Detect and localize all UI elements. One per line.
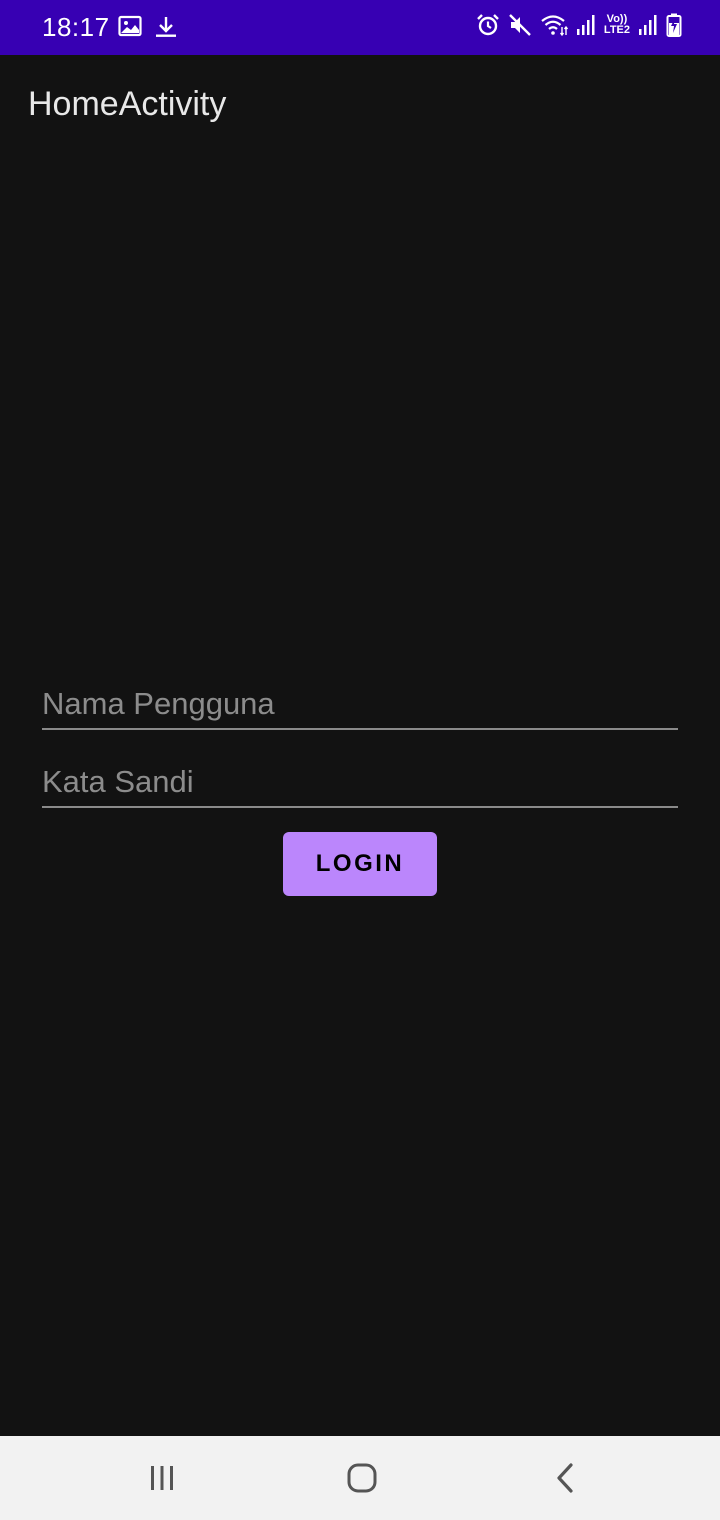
page-title: HomeActivity [28, 85, 227, 123]
username-input[interactable] [42, 680, 678, 728]
volte-line2: LTE2 [603, 24, 630, 36]
recents-button[interactable] [142, 1458, 182, 1498]
home-icon [347, 1463, 377, 1493]
status-left-icons [118, 15, 178, 39]
volte-icon: Vo)) LTE2 [604, 14, 630, 36]
status-time: 18:17 [42, 12, 110, 42]
home-button[interactable] [342, 1458, 382, 1498]
image-icon [118, 15, 142, 39]
password-field[interactable] [42, 758, 678, 808]
username-field[interactable] [42, 680, 678, 730]
battery-charging-icon [666, 13, 682, 37]
download-icon [154, 15, 178, 39]
status-bar: 18:17 Vo)) LTE2 [0, 0, 720, 55]
wifi-icon [540, 13, 568, 37]
password-input[interactable] [42, 758, 678, 806]
navigation-bar [0, 1436, 720, 1520]
alarm-icon [476, 13, 500, 37]
status-right-icons: Vo)) LTE2 [476, 13, 682, 37]
signal-icon [576, 14, 596, 36]
login-button[interactable]: LOGIN [283, 832, 437, 896]
back-icon [557, 1463, 573, 1493]
signal-icon [638, 14, 658, 36]
mute-icon [508, 13, 532, 37]
recents-icon [151, 1466, 173, 1490]
back-button[interactable] [545, 1458, 585, 1498]
